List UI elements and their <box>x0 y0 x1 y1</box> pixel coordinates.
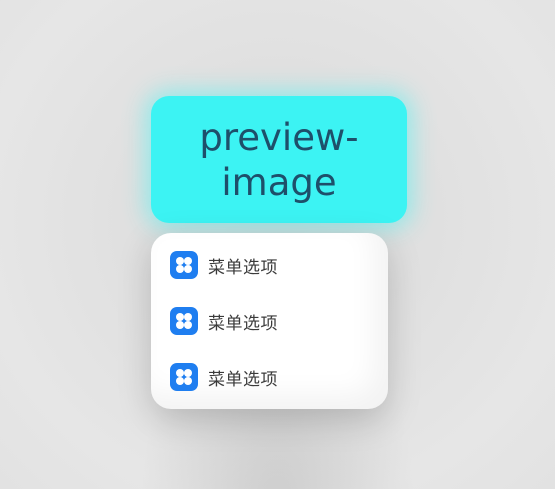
app-grid-icon <box>170 363 198 391</box>
context-menu: 菜单选项 菜单选项 菜单选项 <box>151 233 388 409</box>
menu-item[interactable]: 菜单选项 <box>151 293 388 349</box>
app-grid-icon <box>170 251 198 279</box>
preview-image-label: preview-image <box>199 115 359 204</box>
menu-item-label: 菜单选项 <box>208 257 278 278</box>
menu-item[interactable]: 菜单选项 <box>151 349 388 405</box>
menu-item-label: 菜单选项 <box>208 313 278 334</box>
menu-item[interactable]: 菜单选项 <box>151 237 388 293</box>
preview-image: preview-image <box>151 96 407 223</box>
menu-item-label: 菜单选项 <box>208 369 278 390</box>
app-grid-icon <box>170 307 198 335</box>
